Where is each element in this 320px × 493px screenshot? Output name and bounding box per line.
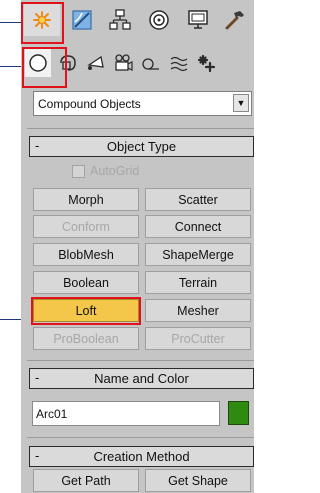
rollout-title: Creation Method <box>93 449 190 464</box>
modify-tab[interactable] <box>64 4 100 36</box>
lights-icon <box>87 55 104 70</box>
space-warps-icon <box>170 56 188 72</box>
boolean-button[interactable]: Boolean <box>33 271 139 294</box>
highlight-create-tab <box>21 2 64 44</box>
systems-gear-icon <box>197 54 216 73</box>
category-dropdown-value: Compound Objects <box>38 97 141 111</box>
creation-method-rollout-header[interactable]: - Creation Method <box>29 446 254 467</box>
divider <box>27 360 254 361</box>
terrain-button[interactable]: Terrain <box>145 271 251 294</box>
autogrid-label: AutoGrid <box>90 164 140 178</box>
motion-tab[interactable] <box>141 4 177 36</box>
connect-button[interactable]: Connect <box>145 215 251 238</box>
proboolean-button[interactable]: ProBoolean <box>33 327 139 350</box>
display-monitor-icon <box>188 10 208 29</box>
modify-icon <box>72 10 92 30</box>
divider <box>27 437 254 438</box>
systems-category[interactable] <box>193 49 219 77</box>
morph-button[interactable]: Morph <box>33 188 139 211</box>
object-type-rollout-header[interactable]: - Object Type <box>29 136 254 157</box>
utilities-tab[interactable] <box>217 4 253 36</box>
helpers-category[interactable] <box>138 49 164 77</box>
object-color-swatch[interactable] <box>228 401 249 425</box>
highlight-geometry <box>22 47 67 88</box>
get-path-button[interactable]: Get Path <box>33 469 139 492</box>
lights-category[interactable] <box>83 49 109 77</box>
object-name-field[interactable]: Arc01 <box>32 401 220 426</box>
hierarchy-icon <box>109 9 131 30</box>
cameras-category[interactable] <box>110 49 136 77</box>
procutter-button[interactable]: ProCutter <box>145 327 251 350</box>
highlight-loft <box>31 297 141 325</box>
mesher-button[interactable]: Mesher <box>145 299 251 322</box>
name-and-color-rollout-header[interactable]: - Name and Color <box>29 368 254 389</box>
chevron-down-icon[interactable]: ▼ <box>233 94 249 112</box>
rollout-title: Object Type <box>106 139 177 154</box>
blobmesh-button[interactable]: BlobMesh <box>33 243 139 266</box>
hierarchy-tab[interactable] <box>102 4 138 36</box>
object-name-value: Arc01 <box>36 407 68 421</box>
category-dropdown[interactable]: Compound Objects ▼ <box>33 91 252 116</box>
helpers-tape-icon <box>142 58 159 70</box>
rollout-title: Name and Color <box>94 371 189 386</box>
get-shape-button[interactable]: Get Shape <box>145 469 251 492</box>
display-tab[interactable] <box>180 4 216 36</box>
shapemerge-button[interactable]: ShapeMerge <box>145 243 251 266</box>
callout-line-geometry <box>0 66 22 67</box>
cameras-icon <box>115 54 133 71</box>
motion-icon <box>149 10 169 30</box>
scatter-button[interactable]: Scatter <box>145 188 251 211</box>
conform-button[interactable]: Conform <box>33 215 139 238</box>
autogrid-checkbox-box[interactable] <box>72 165 85 178</box>
hammer-icon <box>225 11 244 30</box>
divider <box>27 128 254 129</box>
space-warps-category[interactable] <box>166 49 192 77</box>
callout-line-create-tab <box>0 22 22 23</box>
